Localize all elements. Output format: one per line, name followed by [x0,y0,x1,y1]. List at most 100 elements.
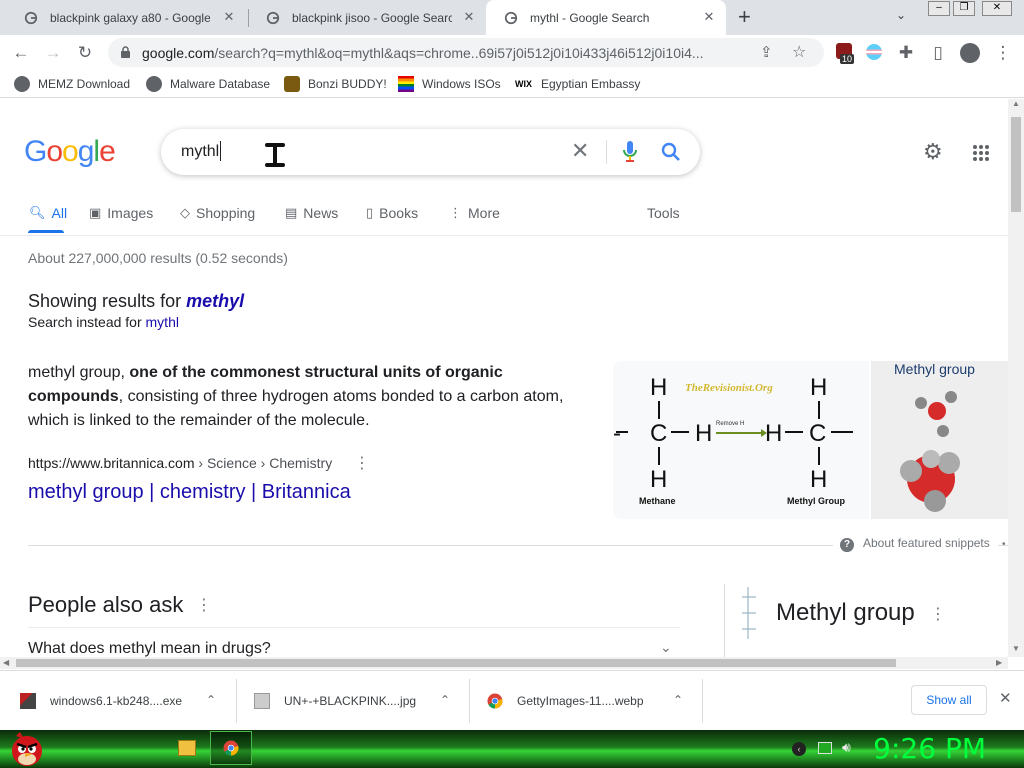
taskbar-clock[interactable]: 9:26 PM [873,732,986,765]
address-bar[interactable]: google.com/search?q=mythl&oq=mythl&aqs=c… [108,38,824,67]
microphone-icon[interactable] [623,141,637,163]
download-filename: GettyImages-11....webp [517,694,644,708]
vertical-scrollbar[interactable]: ▲ ▼ [1008,99,1024,657]
download-item[interactable]: GettyImages-11....webp ⌃ [487,671,701,731]
bookmark-egyptian-embassy[interactable]: WIX Egyptian Embassy [515,75,640,93]
feedback-dot[interactable]: • [1002,539,1006,550]
tab-shopping[interactable]: ◇ Shopping [180,205,255,221]
puzzle-extensions-icon[interactable]: ✚ [893,40,919,66]
search-box[interactable]: mythl ✕ [161,129,700,175]
tab-label: Books [379,205,419,221]
tab-all[interactable]: 🔍︎ All [29,205,67,221]
bookmark-label: MEMZ Download [38,77,131,91]
bookmark-malware-db[interactable]: Malware Database [146,75,270,93]
bookmark-windows-isos[interactable]: Windows ISOs [398,75,501,93]
browser-toolbar: ← → ↻ google.com/search?q=mythl&oq=mythl… [0,35,1024,70]
close-icon[interactable]: ✕ [462,10,476,24]
chrome-taskbar-button[interactable] [210,731,252,765]
tab-books[interactable]: ▯ Books [366,205,418,221]
clear-icon[interactable]: ✕ [571,139,589,163]
download-item[interactable]: UN+-+BLACKPINK....jpg ⌃ [254,671,468,731]
share-icon[interactable]: ⇪ [760,43,773,61]
kp-border [724,584,725,657]
paa-options-icon[interactable]: ⋮ [196,595,212,615]
scroll-left-arrow-icon[interactable]: ◀ [3,658,9,667]
tab-news[interactable]: ▤ News [285,205,338,221]
tab-search-icon[interactable]: ⌄ [896,8,906,22]
search-instead: Search instead for mythl [28,314,179,330]
about-featured-snippets-link[interactable]: About featured snippets [833,536,998,550]
side-panel-icon[interactable]: ▯ [925,40,951,66]
close-icon[interactable]: ✕ [702,10,716,24]
url-host: google.com [142,45,215,61]
corrected-query-link[interactable]: methyl [186,291,244,311]
bookmark-label: Bonzi BUDDY! [308,77,387,91]
chevron-up-icon[interactable]: ⌃ [440,693,450,707]
svg-text:C: C [650,420,667,447]
scroll-up-arrow-icon[interactable]: ▲ [1012,99,1020,108]
file-explorer-icon[interactable] [178,740,196,756]
tab-images[interactable]: ▣ Images [89,205,153,221]
forward-arrow-icon[interactable]: → [40,40,66,66]
scroll-right-arrow-icon[interactable]: ▶ [996,658,1002,667]
tab-2[interactable]: blackpink jisoo - Google Search ✕ [248,0,486,35]
scrollbar-thumb[interactable] [1011,117,1021,212]
chevron-up-icon[interactable]: ⌃ [206,693,216,707]
back-arrow-icon[interactable]: ← [8,40,34,66]
h-scrollbar-thumb[interactable] [16,659,896,667]
original-query-link[interactable]: mythl [146,314,179,330]
more-vertical-icon: ⋮ [449,205,462,220]
menu-kebab-icon[interactable]: ⋮ [990,40,1016,66]
network-icon[interactable] [818,742,832,754]
methyl-diagram-image[interactable]: H - C H H H H C H Remove H TheRevisionis… [613,361,869,519]
lock-icon[interactable] [120,46,131,59]
search-input[interactable]: mythl [181,143,219,161]
profile-avatar[interactable] [960,43,980,63]
volume-icon[interactable]: 🔊︎ [842,739,851,756]
chevron-down-icon[interactable]: ⌄ [660,639,672,656]
bookmark-memz[interactable]: MEMZ Download [14,75,130,93]
kp-options-icon[interactable]: ⋮ [930,604,946,624]
horizontal-scrollbar[interactable]: ◀ ▶ [0,657,1008,669]
bookmark-star-icon[interactable]: ☆ [792,42,806,62]
close-icon[interactable]: ✕ [222,10,236,24]
newspaper-icon: ▤ [285,205,298,220]
methyl-3d-image[interactable]: Methyl group [871,361,1008,519]
result-options-icon[interactable]: ⋮ [354,453,370,473]
question-icon: ? [840,538,854,552]
gear-icon[interactable]: ⚙ [923,139,943,165]
scroll-down-arrow-icon[interactable]: ▼ [1012,644,1020,653]
google-logo[interactable]: Google [24,135,116,169]
tab-3-active[interactable]: mythl - Google Search ✕ [486,0,726,35]
globe-icon [14,76,30,92]
tab-title: mythl - Google Search [530,10,650,25]
restore-button[interactable]: ❐ [953,1,975,16]
search-icon: 🔍︎ [29,205,46,220]
divider [606,140,607,164]
reload-icon[interactable]: ↻ [72,40,98,66]
bookmark-bonzi[interactable]: Bonzi BUDDY! [284,75,387,93]
tab-1[interactable]: blackpink galaxy a80 - Google Se ✕ [6,0,246,35]
apps-grid-icon[interactable] [972,144,990,162]
tray-chevron-icon[interactable]: ‹ [792,742,806,756]
structure-thumbnail[interactable] [738,585,760,641]
chevron-up-icon[interactable]: ⌃ [673,693,683,707]
minimize-button[interactable]: – [928,1,950,16]
search-icon[interactable] [661,142,681,162]
google-icon [504,11,518,24]
new-tab-button[interactable]: + [738,6,751,28]
tab-title: blackpink galaxy a80 - Google Se [50,10,210,25]
download-item[interactable]: windows6.1-kb248....exe ⌃ [20,671,234,731]
close-window-button[interactable]: ✕ [982,1,1012,16]
tools-button[interactable]: Tools [647,205,680,221]
paa-question[interactable]: What does methyl mean in drugs? [28,640,271,657]
flag-extension-icon[interactable] [866,44,882,60]
tab-more[interactable]: ⋮ More [449,205,500,221]
result-title-link[interactable]: methyl group | chemistry | Britannica [28,481,351,504]
show-all-button[interactable]: Show all [911,685,987,715]
result-citation[interactable]: https://www.britannica.com › Science › C… [28,455,332,471]
angry-bird-start-icon[interactable] [8,730,46,768]
tab-strip: blackpink galaxy a80 - Google Se ✕ black… [0,0,1024,35]
close-downloads-icon[interactable]: ✕ [999,689,1012,707]
people-also-ask-title: People also ask [28,592,184,617]
